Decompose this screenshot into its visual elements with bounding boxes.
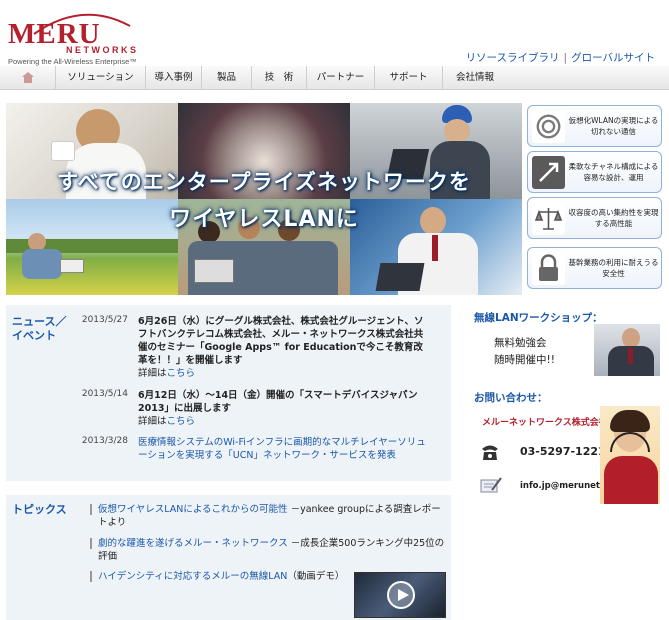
feature-virtual-wlan[interactable]: 仮想化WLANの実現による切れない通信 (527, 105, 662, 147)
lock-icon (532, 252, 565, 285)
contact-company: メルーネットワークス株式会社 (482, 418, 608, 428)
topic-link[interactable]: 仮想ワイヤレスLANによるこれからの可能性 (98, 504, 288, 515)
phone-icon (480, 443, 500, 461)
news-date: 2013/5/27 (81, 315, 128, 325)
nav-support[interactable]: サポート (375, 66, 443, 90)
logo-tagline: Powering the All-Wireless Enterprise™ (8, 57, 137, 66)
news-headline: 6月26日（水）にグーグル株式会社、株式会社グルージェント、ソフトバンクテレコム… (138, 316, 424, 366)
news-more: 詳細はこちら (138, 415, 428, 428)
hero-headline-line2: ワイヤレスLANに (169, 207, 359, 232)
nav-products[interactable]: 製品 (202, 66, 252, 90)
wave-icon (532, 110, 565, 143)
nav-case-studies[interactable]: 導入事例 (146, 66, 202, 90)
workshop-banner[interactable]: 無料勉強会 随時開催中!! (474, 324, 660, 376)
topic-text: 劇的な躍進を遂げるメルー・ネットワークス －成長企業500ランキング中25位の評… (98, 537, 448, 563)
logo-subtitle: NETWORKS (66, 45, 139, 55)
contact-panel: メルーネットワークス株式会社 03-5297-1221 info.jp@meru… (474, 404, 660, 504)
nav-home[interactable] (0, 66, 56, 90)
news-text: 6月26日（水）にグーグル株式会社、株式会社グルージェント、ソフトバンクテレコム… (138, 315, 428, 380)
resource-library-link[interactable]: リソースライブラリ (466, 52, 560, 64)
feature-performance[interactable]: 収容度の高い集約性を実現する高性能 (527, 197, 662, 239)
main-nav: ソリューション 導入事例 製品 技 術 パートナー サポート 会社情報 (0, 66, 669, 90)
topic-bullet (90, 571, 92, 582)
contact-title: お問い合わせ： (474, 392, 548, 404)
news-more-link[interactable]: こちら (167, 416, 196, 427)
news-headline: 6月12日（水）～14日（金）開催の「スマートデバイスジャパン2013」に出展し… (138, 390, 418, 414)
contact-phone: 03-5297-1221 (520, 445, 606, 458)
workshop-line2: 随時開催中!! (494, 354, 555, 366)
mail-pen-icon (480, 476, 502, 494)
topic-text: 仮想ワイヤレスLANによるこれからの可能性 －yankee groupによる調査… (98, 503, 448, 529)
feature-security[interactable]: 基幹業務の利用に耐えうる安全性 (527, 247, 662, 289)
topic-link[interactable]: ハイデンシティに対応するメルーの無線LAN (98, 571, 287, 582)
video-thumbnail[interactable] (354, 572, 446, 618)
topic-bullet (90, 504, 92, 515)
topics-title: トピックス (12, 503, 67, 516)
contact-operator-photo (600, 406, 660, 504)
nav-solutions[interactable]: ソリューション (56, 66, 146, 90)
feature-performance-text: 収容度の高い集約性を実現する高性能 (568, 208, 659, 228)
global-site-link[interactable]: グローバルサイト (571, 52, 655, 64)
topic-rest: （動画デモ） (287, 571, 345, 582)
news-more-label: 詳細は (138, 368, 167, 379)
workshop-line1: 無料勉強会 (494, 337, 547, 349)
topic-link[interactable]: 劇的な躍進を遂げるメルー・ネットワークス (98, 538, 288, 549)
hero-headline-line1: すべてのエンタープライズネットワークを (57, 170, 471, 194)
news-date: 2013/3/28 (81, 436, 128, 446)
nav-company[interactable]: 会社情報 (443, 66, 507, 90)
top-links: リソースライブラリ | グローバルサイト (466, 50, 655, 65)
news-more: 詳細はこちら (138, 367, 428, 380)
topic-bullet (90, 538, 92, 549)
feature-channel-design[interactable]: 柔軟なチャネル構成による容易な設計、運用 (527, 151, 662, 193)
scale-icon (532, 202, 565, 235)
workshop-photo (594, 324, 660, 376)
workshop-title: 無線LANワークショップ： (474, 312, 603, 324)
expand-icon (532, 156, 565, 189)
home-icon (21, 72, 34, 83)
hero-banner[interactable]: すべてのエンタープライズネットワークを ワイヤレスLANに (6, 103, 522, 295)
top-links-separator: | (563, 52, 568, 64)
meru-logo[interactable]: MERU NETWORKS Powering the All-Wireless … (6, 4, 156, 66)
news-title-line2: イベント (12, 329, 56, 342)
nav-technology[interactable]: 技 術 (252, 66, 307, 90)
news-text: 6月12日（水）～14日（金）開催の「スマートデバイスジャパン2013」に出展し… (138, 389, 428, 428)
news-date: 2013/5/14 (81, 389, 128, 399)
feature-channel-design-text: 柔軟なチャネル構成による容易な設計、運用 (568, 162, 659, 182)
news-headline-link[interactable]: 医療情報システムのWi-Fiインフラに画期的なマルチレイヤーソリューションを実現… (138, 436, 428, 462)
nav-partners[interactable]: パートナー (307, 66, 375, 90)
news-more-link[interactable]: こちら (167, 368, 196, 379)
news-title-line1: ニュース／ (12, 315, 67, 328)
feature-virtual-wlan-text: 仮想化WLANの実現による切れない通信 (568, 116, 659, 136)
play-icon (387, 581, 415, 609)
topics-panel: トピックス 仮想ワイヤレスLANによるこれからの可能性 －yankee grou… (6, 495, 451, 620)
news-panel: ニュース／ イベント 2013/5/27 6月26日（水）にグーグル株式会社、株… (6, 305, 451, 481)
feature-security-text: 基幹業務の利用に耐えうる安全性 (568, 258, 659, 278)
news-more-label: 詳細は (138, 416, 167, 427)
